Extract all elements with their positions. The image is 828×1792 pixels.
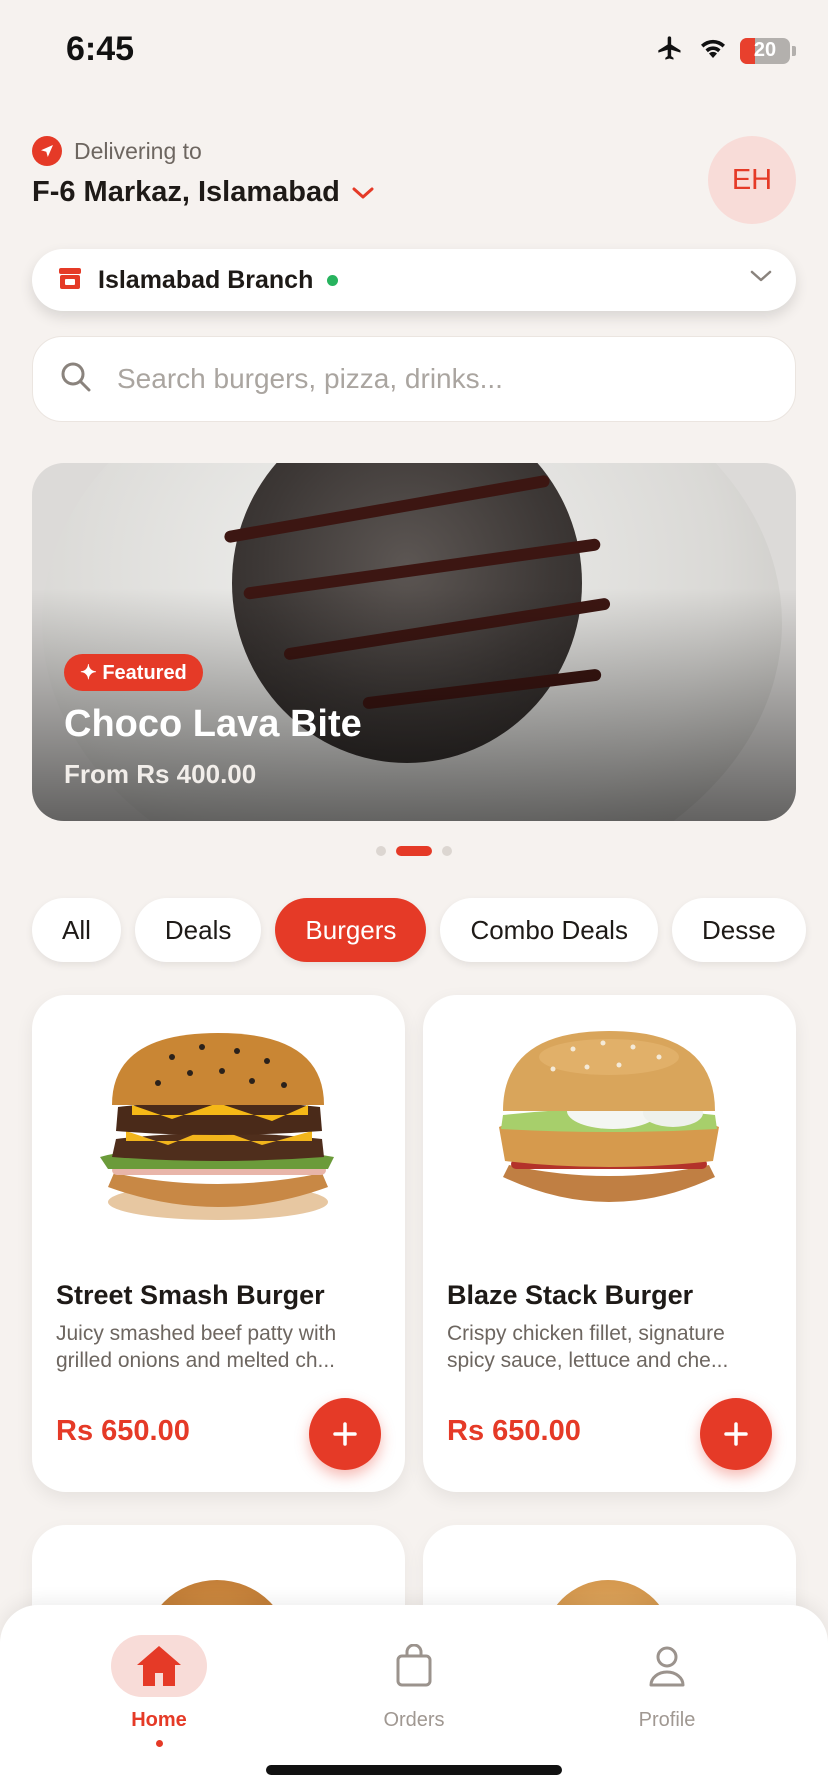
- plus-icon: [333, 1422, 357, 1446]
- search-icon: [59, 360, 93, 399]
- delivery-location[interactable]: Delivering to F-6 Markaz, Islamabad: [32, 136, 374, 209]
- nav-label: Orders: [383, 1709, 445, 1731]
- category-chip-deals[interactable]: Deals: [134, 898, 262, 962]
- featured-title: Choco Lava Bite: [64, 703, 362, 745]
- nav-profile[interactable]: Profile: [587, 1635, 747, 1732]
- location-arrow-icon: [32, 136, 62, 166]
- featured-price: From Rs 400.00: [64, 759, 257, 789]
- blaze-stack-burger-image: [499, 1031, 719, 1202]
- chevron-down-icon: [750, 269, 772, 288]
- home-indicator: [266, 1765, 562, 1775]
- carousel-dots: [0, 846, 828, 856]
- branch-name: Islamabad Branch: [98, 265, 314, 294]
- nav-label: Profile: [638, 1709, 696, 1731]
- nav-orders[interactable]: Orders: [334, 1635, 494, 1732]
- add-to-cart-button[interactable]: [309, 1398, 381, 1470]
- airplane-icon: [654, 34, 686, 67]
- search-input[interactable]: [117, 363, 737, 395]
- product-name: Blaze Stack Burger: [447, 1280, 694, 1310]
- person-icon: [649, 1646, 685, 1687]
- status-time: 6:45: [66, 30, 135, 68]
- product-description: Juicy smashed beef patty with grilled on…: [56, 1322, 337, 1372]
- product-card[interactable]: Street Smash Burger Juicy smashed beef p…: [32, 995, 405, 1492]
- active-indicator: [155, 1740, 163, 1747]
- category-tabs: All Deals Burgers Combo Deals Desse: [32, 898, 806, 962]
- featured-badge: ✦ Featured: [64, 654, 203, 691]
- battery-indicator: 20: [740, 37, 790, 64]
- category-chip-burgers[interactable]: Burgers: [275, 898, 427, 962]
- delivering-label: Delivering to: [74, 137, 202, 164]
- branch-selector[interactable]: Islamabad Branch: [32, 249, 796, 311]
- product-name: Street Smash Burger: [56, 1280, 325, 1310]
- product-card[interactable]: Blaze Stack Burger Crispy chicken fillet…: [423, 995, 796, 1492]
- nav-home[interactable]: Home: [79, 1635, 239, 1747]
- plus-icon: [724, 1422, 748, 1446]
- status-bar: 6:45 20: [0, 0, 828, 100]
- wifi-icon: [698, 36, 728, 65]
- featured-banner[interactable]: ✦ Featured Choco Lava Bite From Rs 400.0…: [32, 463, 796, 821]
- product-description: Crispy chicken fillet, signature spicy s…: [447, 1322, 729, 1372]
- bottom-nav: Home Orders Profile: [0, 1605, 828, 1792]
- carousel-dot-active[interactable]: [396, 846, 432, 856]
- street-smash-burger-image: [100, 1033, 334, 1220]
- home-icon: [137, 1646, 181, 1686]
- bag-icon: [396, 1644, 432, 1687]
- avatar[interactable]: EH: [708, 136, 796, 224]
- add-to-cart-button[interactable]: [700, 1398, 772, 1470]
- search-bar[interactable]: [32, 336, 796, 422]
- store-icon: [56, 264, 84, 297]
- product-price: Rs 650.00: [56, 1415, 190, 1447]
- nav-label: Home: [131, 1709, 187, 1731]
- category-chip-desserts[interactable]: Desse: [671, 898, 806, 962]
- category-chip-combo-deals[interactable]: Combo Deals: [440, 898, 658, 962]
- status-icons: 20: [654, 34, 796, 67]
- carousel-dot[interactable]: [442, 846, 452, 856]
- chevron-down-icon: [352, 187, 374, 198]
- category-chip-all[interactable]: All: [32, 898, 121, 962]
- product-price: Rs 650.00: [447, 1415, 581, 1447]
- carousel-dot[interactable]: [376, 846, 386, 856]
- branch-status-dot: [327, 274, 339, 286]
- delivery-address[interactable]: F-6 Markaz, Islamabad: [32, 176, 340, 209]
